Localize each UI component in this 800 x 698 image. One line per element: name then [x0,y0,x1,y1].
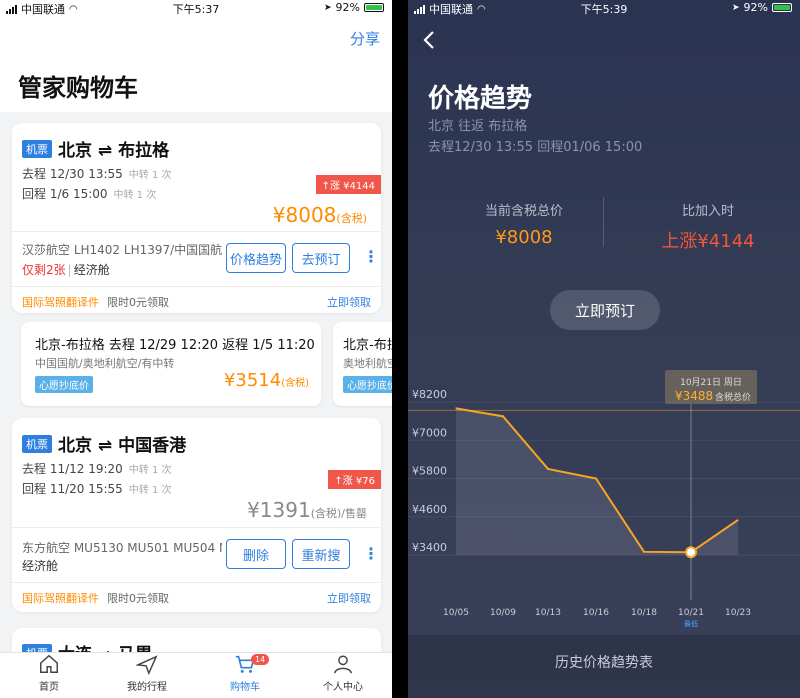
flight-price: ¥1391(含税)/售罄 [247,498,367,522]
rec-route: 北京-布拉格 去程 12/29 12:20 返程 1/5 11:20 [35,338,315,353]
location-icon: ➤ [732,2,740,13]
x-tick-label: 10/16 [583,608,609,618]
battery-percent: 92% [335,1,360,14]
compare-value: 上涨¥4144 [661,231,755,252]
current-price-label: 当前含税总价 [484,204,563,219]
airline-info: 汉莎航空 LH1402 LH1397/中国国航... [22,243,222,257]
x-tick-label: 10/13 [535,608,561,618]
x-tick-label: 10/21 [678,608,704,618]
tab-cart[interactable]: 购物车 14 [196,653,294,698]
delete-button[interactable]: 删除 [226,539,286,569]
tab-profile[interactable]: 个人中心 [294,653,392,698]
share-button[interactable]: 分享 [350,28,380,49]
book-button[interactable]: 去预订 [292,243,350,273]
rec-airline: 中国国航/奥地利航空/有中转 [35,357,175,370]
rec-price: ¥3514(含税) [223,370,309,391]
tooltip-price: ¥3488 [675,389,713,403]
claim-link[interactable]: 立即领取 [327,590,371,606]
rec-tag: 心愿抄底价 [35,376,93,393]
page-title: 价格趋势 [428,84,533,114]
research-button[interactable]: 重新搜 [292,539,350,569]
price-rise-badge: ↑涨 ¥4144 [315,175,381,194]
tab-trips[interactable]: 我的行程 [98,653,196,698]
plane-icon [136,655,158,675]
recommendation-card[interactable]: 北京-布拉 奥地利航空 心愿抄底价 [333,322,392,406]
flight-card-prague[interactable]: 机票 北京 ⇌ 布拉格 去程 12/30 13:55 中转 1 次 回程 1/6 … [12,123,381,313]
outbound-leg: 去程 12/30 13:55 中转 1 次 [22,167,172,181]
user-icon [334,655,352,674]
current-price-value: ¥8008 [495,227,553,248]
flight-tag: 机票 [22,434,52,453]
y-tick-label: ¥7000 [412,426,447,439]
back-arrow-icon[interactable] [420,28,440,52]
tooltip-suffix: 含税总价 [715,391,751,403]
tab-home[interactable]: 首页 [0,653,98,698]
x-tick-label: 10/09 [490,608,516,618]
x-tick-label: 10/23 [725,608,751,618]
price-rise-badge: ↑涨 ¥76 [328,470,381,489]
rec-tag: 心愿抄底价 [343,376,392,393]
cart-header: 分享 管家购物车 [0,16,392,112]
y-tick-label: ¥5800 [412,465,447,478]
airline-info: 东方航空 MU5130 MU501 MU504 M... [22,541,222,555]
battery-percent: 92% [743,1,768,14]
promo-row: 国际驾照翻译件 限时0元领取 立即领取 [22,294,371,310]
rec-airline: 奥地利航空 [343,357,392,370]
shopping-cart-screen: 中国联通 ◠ 下午5:37 ➤ 92% 分享 管家购物车 机票 北京 ⇌ 布拉格… [0,0,392,698]
tab-bar: 首页 我的行程 购物车 14 个人中心 [0,652,392,698]
x-tick-label: 10/05 [443,608,469,618]
price-trend-chart: ¥8200 ¥7000 ¥5800 ¥4600 ¥3400 10/05 10/09 10/1… [408,370,800,628]
more-options-icon[interactable]: ⋮ [363,247,379,266]
status-bar: 中国联通 ◠ 下午5:39 ➤ 92% [408,0,800,16]
y-tick-label: ¥3400 [412,541,447,554]
location-icon: ➤ [324,2,332,13]
price-trend-screen: 中国联通 ◠ 下午5:39 ➤ 92% 价格趋势 北京 往返 布拉格 去程12/… [408,0,800,698]
compare-label: 比加入时 [681,204,734,219]
claim-link[interactable]: 立即领取 [327,294,371,310]
flight-card-hongkong[interactable]: 机票 北京 ⇌ 中国香港 去程 11/12 19:20 中转 1 次 回程 11/… [12,418,381,612]
flight-price: ¥8008(含税) [272,203,367,227]
cart-count-badge: 14 [251,654,270,665]
history-price-table-link[interactable]: 历史价格趋势表 [408,652,800,672]
cabin-class: 经济舱 [22,559,59,573]
battery-icon [772,3,792,12]
price-trend-button[interactable]: 价格趋势 [226,243,286,273]
recommendation-card[interactable]: 北京-布拉格 去程 12/29 12:20 返程 1/5 11:20 中国国航/… [21,322,321,406]
flight-tag: 机票 [22,139,52,158]
y-tick-label: ¥4600 [412,503,447,516]
y-tick-label: ¥8200 [412,388,447,401]
book-now-button[interactable]: 立即预订 [550,290,660,330]
trip-route: 北京 往返 布拉格 [428,119,528,134]
outbound-leg: 去程 11/12 19:20 中转 1 次 [22,462,172,476]
rec-route: 北京-布拉 [343,338,392,353]
home-icon [40,654,58,673]
promo-row: 国际驾照翻译件 限时0元领取 立即领取 [22,590,371,606]
flight-route: 北京 ⇌ 布拉格 [58,141,170,161]
more-options-icon[interactable]: ⋮ [363,544,379,563]
battery-icon [364,3,384,12]
lowest-label: 最低 [684,619,698,628]
page-title: 管家购物车 [18,74,138,102]
seats-remaining: 仅剩2张 | 经济舱 [22,263,110,277]
trip-dates: 去程12/30 13:55 回程01/06 15:00 [428,140,643,155]
status-bar: 中国联通 ◠ 下午5:37 ➤ 92% [0,0,392,16]
x-tick-label: 10/18 [631,608,657,618]
return-leg: 回程 1/6 15:00 中转 1 次 [22,187,157,201]
return-leg: 回程 11/20 15:55 中转 1 次 [22,482,172,496]
tooltip-date: 10月21日 周日 [680,377,742,388]
flight-route: 北京 ⇌ 中国香港 [58,436,187,456]
